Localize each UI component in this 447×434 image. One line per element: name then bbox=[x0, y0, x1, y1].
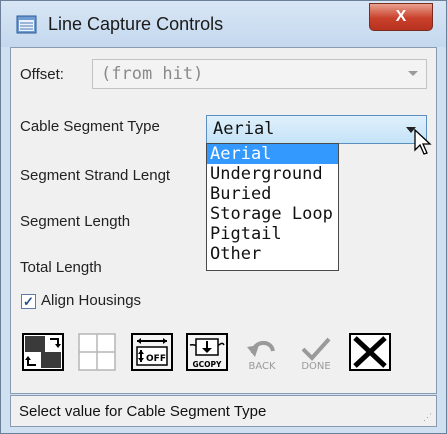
cable-segment-type-label: Cable Segment Type bbox=[20, 118, 160, 135]
window-title: Line Capture Controls bbox=[48, 14, 224, 34]
offset-value: (from hit) bbox=[101, 64, 204, 84]
offset-label: Offset: bbox=[20, 66, 64, 83]
align-housings-label[interactable]: Align Housings bbox=[41, 292, 141, 309]
close-icon: X bbox=[395, 8, 407, 25]
align-housings-checkbox[interactable]: ✓ bbox=[21, 294, 36, 309]
gcopy-icon: GCOPY bbox=[186, 333, 228, 371]
line-capture-window: Line Capture Controls X Offset: (from hi… bbox=[0, 0, 447, 434]
cancel-x-icon bbox=[349, 333, 391, 371]
offset-toggle-icon: OFF bbox=[131, 333, 173, 371]
svg-text:OFF: OFF bbox=[146, 354, 166, 364]
total-length-label: Total Length bbox=[20, 259, 102, 276]
svg-text:DONE: DONE bbox=[301, 361, 330, 372]
dropdown-option[interactable]: Other bbox=[207, 244, 338, 264]
grid-cross-icon bbox=[78, 333, 116, 371]
cable-segment-type-dropdown: Aerial Underground Buried Storage Loop P… bbox=[206, 143, 339, 271]
split-view-button[interactable] bbox=[20, 331, 66, 373]
grid-cross-button[interactable] bbox=[74, 331, 120, 373]
segment-strand-length-label: Segment Strand Lengt bbox=[20, 167, 171, 184]
capture-toolbar: OFF GCOPY BACK DONE bbox=[20, 331, 430, 375]
chevron-down-icon bbox=[408, 71, 418, 76]
segment-length-label: Segment Length bbox=[20, 213, 131, 230]
status-bar: Select value for Cable Segment Type ⋰ bbox=[10, 395, 437, 427]
resize-grip-icon[interactable]: ⋰ bbox=[422, 412, 432, 422]
offset-toggle-button[interactable]: OFF bbox=[129, 331, 175, 373]
close-button[interactable]: X bbox=[369, 3, 433, 31]
mouse-pointer-icon bbox=[414, 128, 432, 155]
app-window-icon bbox=[16, 15, 37, 34]
split-view-icon bbox=[22, 333, 64, 371]
dropdown-option[interactable]: Buried bbox=[207, 184, 338, 204]
back-icon: BACK bbox=[247, 341, 276, 372]
dropdown-option[interactable]: Aerial bbox=[207, 144, 338, 164]
title-bar[interactable]: Line Capture Controls X bbox=[1, 1, 446, 47]
done-icon: DONE bbox=[301, 337, 331, 372]
status-text: Select value for Cable Segment Type bbox=[19, 403, 267, 420]
controls-panel: Offset: (from hit) Cable Segment Type Ae… bbox=[10, 47, 437, 394]
svg-text:GCOPY: GCOPY bbox=[193, 360, 223, 369]
offset-combobox[interactable]: (from hit) bbox=[92, 59, 427, 89]
cable-segment-type-value: Aerial bbox=[213, 119, 275, 139]
dropdown-option[interactable]: Underground bbox=[207, 164, 338, 184]
done-button[interactable]: DONE bbox=[293, 331, 339, 373]
cancel-button[interactable] bbox=[347, 331, 393, 373]
dropdown-option[interactable]: Storage Loop bbox=[207, 204, 338, 224]
back-button[interactable]: BACK bbox=[239, 331, 285, 373]
gcopy-button[interactable]: GCOPY bbox=[184, 331, 230, 373]
dropdown-option[interactable]: Pigtail bbox=[207, 224, 338, 244]
svg-text:BACK: BACK bbox=[248, 361, 276, 372]
cable-segment-type-combobox[interactable]: Aerial bbox=[206, 115, 427, 144]
